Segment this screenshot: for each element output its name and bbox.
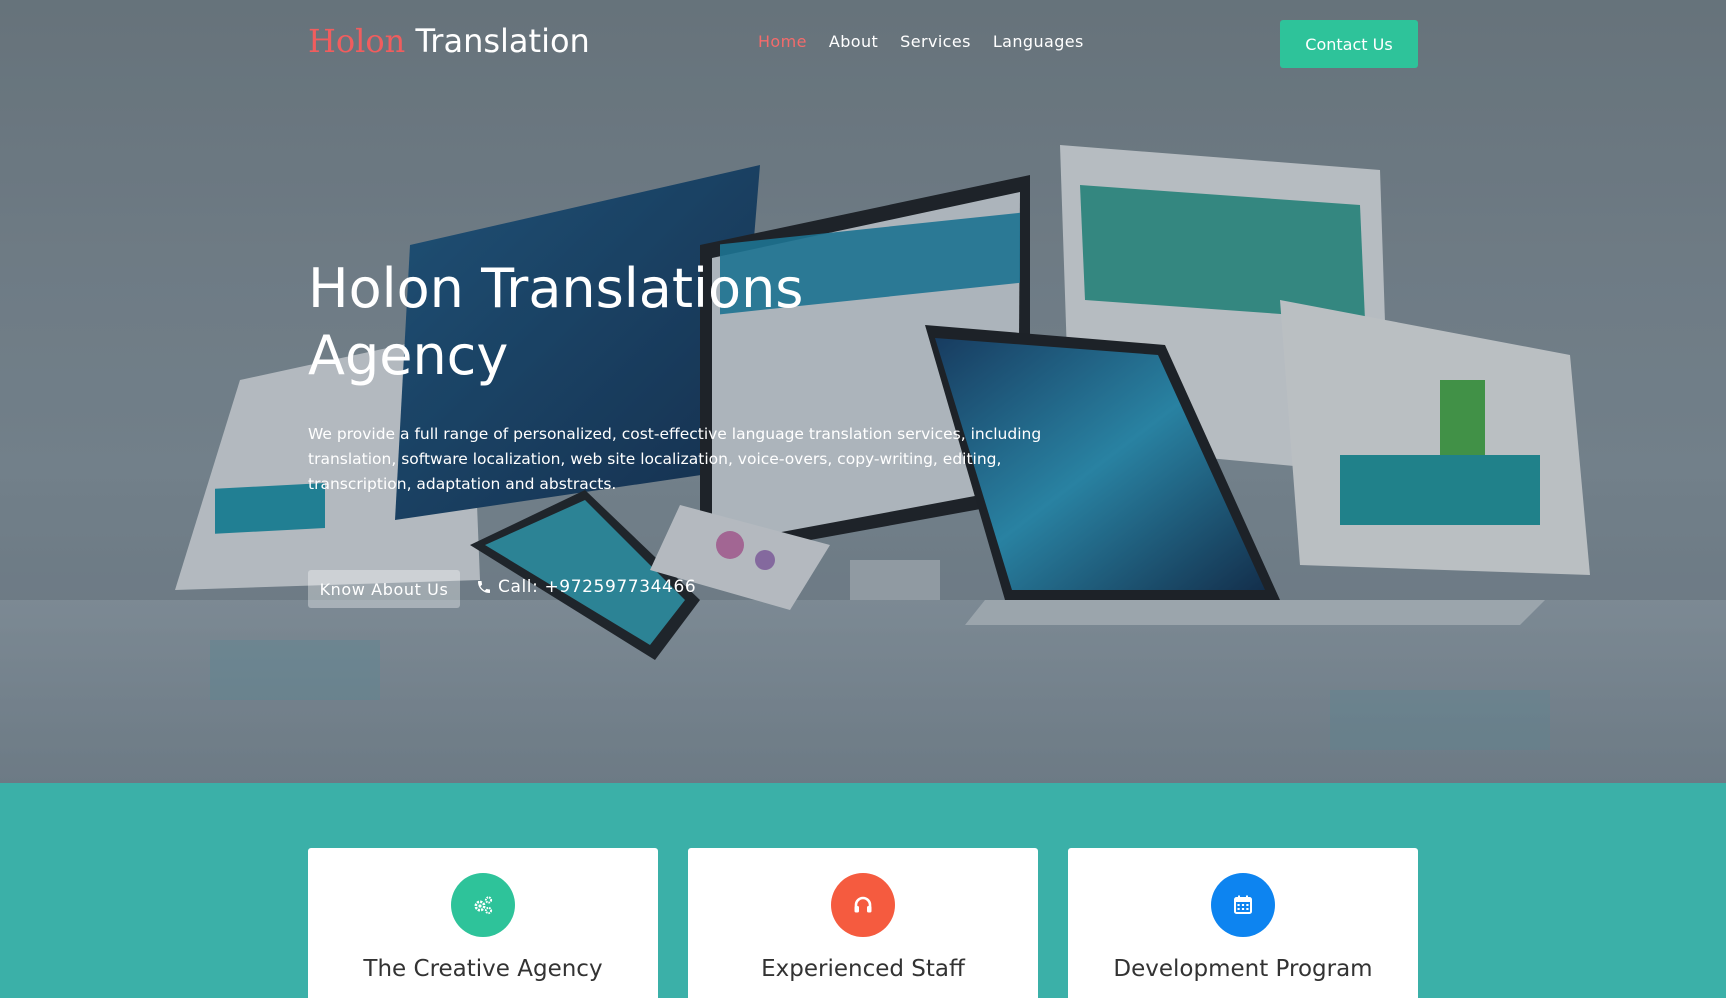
feature-card-development-program: Development Program [1068,848,1418,998]
phone-icon [478,581,490,593]
hero-overlay [0,0,1726,783]
feature-title: The Creative Agency [363,956,603,982]
site-logo[interactable]: Holon Translation [308,22,590,60]
feature-card-experienced-staff: Experienced Staff [688,848,1038,998]
feature-title: Experienced Staff [761,956,965,982]
know-about-us-button[interactable]: Know About Us [308,570,460,608]
call-label: Call: +972597734466 [498,577,697,597]
contact-us-button[interactable]: Contact Us [1280,20,1418,68]
gears-icon [451,873,515,937]
headphones-icon [831,873,895,937]
nav-item-languages[interactable]: Languages [993,32,1084,51]
nav-item-home[interactable]: Home [758,32,807,51]
calendar-icon [1211,873,1275,937]
nav-item-about[interactable]: About [829,32,878,51]
feature-card-creative-agency: The Creative Agency [308,848,658,998]
hero-section: Holon Translation Home About Services La… [0,0,1726,783]
feature-title: Development Program [1113,956,1373,982]
hero-title: Holon Translations Agency [308,257,804,387]
nav-item-services[interactable]: Services [900,32,971,51]
main-nav: Home About Services Languages [758,32,1084,51]
features-section: The Creative Agency Experienced Staff De… [308,848,1418,998]
call-link[interactable]: Call: +972597734466 [476,577,696,597]
hero-description: We provide a full range of personalized,… [308,425,1042,493]
logo-brand-second: Translation [415,22,590,60]
logo-brand-first: Holon [308,22,406,60]
